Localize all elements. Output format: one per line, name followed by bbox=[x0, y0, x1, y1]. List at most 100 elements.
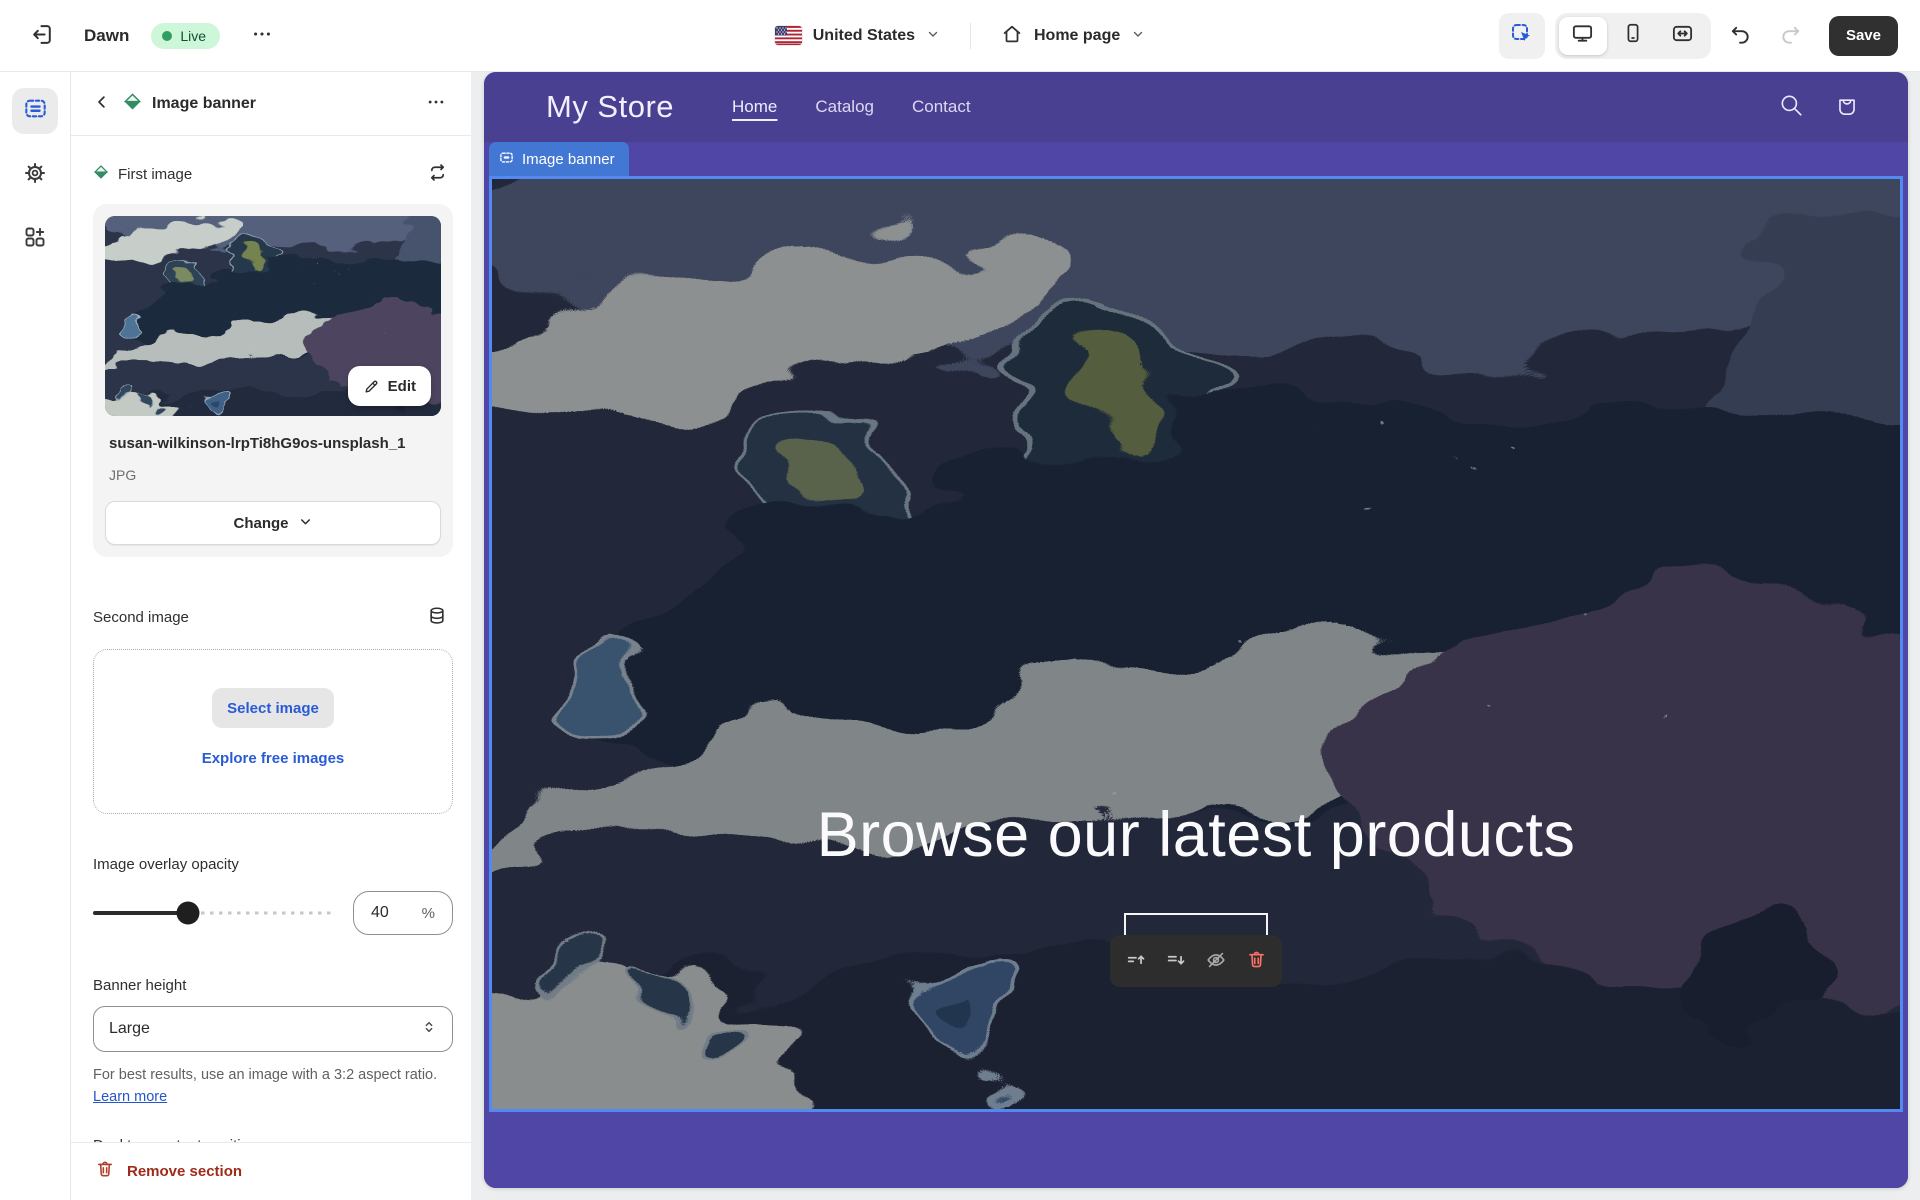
panel-header: Image banner bbox=[71, 72, 471, 136]
country-selector[interactable]: United States bbox=[769, 16, 946, 56]
updown-chevron-icon bbox=[421, 1019, 437, 1040]
back-button[interactable] bbox=[85, 87, 119, 121]
database-icon bbox=[427, 606, 447, 629]
cart-icon[interactable] bbox=[1834, 92, 1860, 123]
trash-icon bbox=[1246, 949, 1267, 973]
inspector-toggle-button[interactable] bbox=[1499, 13, 1545, 59]
first-image-diamond-icon bbox=[93, 164, 109, 185]
exit-icon bbox=[30, 22, 55, 50]
home-icon bbox=[1001, 23, 1023, 48]
section-badge-label: Image banner bbox=[522, 151, 615, 168]
undo-button[interactable] bbox=[1721, 16, 1761, 56]
banner-height-help: For best results, use an image with a 3:… bbox=[93, 1065, 453, 1109]
help-text-body: For best results, use an image with a 3:… bbox=[93, 1067, 437, 1083]
hide-section-button[interactable] bbox=[1200, 941, 1232, 981]
banner-height-label: Banner height bbox=[93, 977, 453, 994]
gear-icon bbox=[23, 161, 47, 190]
image-format: JPG bbox=[109, 467, 437, 483]
overlay-opacity-slider[interactable] bbox=[93, 901, 331, 925]
section-floating-toolbar bbox=[1110, 935, 1282, 987]
section-options-menu-button[interactable] bbox=[419, 87, 453, 121]
mobile-view-button[interactable] bbox=[1609, 17, 1657, 55]
select-image-button[interactable]: Select image bbox=[212, 688, 334, 728]
explore-free-images-link[interactable]: Explore free images bbox=[202, 750, 345, 767]
edit-image-button[interactable]: Edit bbox=[348, 366, 431, 406]
edit-button-label: Edit bbox=[388, 378, 416, 395]
move-section-down-button[interactable] bbox=[1160, 941, 1192, 981]
country-label: United States bbox=[813, 27, 915, 45]
sections-icon bbox=[23, 96, 48, 126]
page-selector[interactable]: Home page bbox=[995, 16, 1151, 56]
swap-image-button[interactable] bbox=[421, 158, 453, 190]
dynamic-source-button[interactable] bbox=[421, 601, 453, 633]
us-flag-icon bbox=[775, 26, 802, 45]
section-diamond-icon bbox=[123, 92, 142, 116]
store-header: My Store Home Catalog Contact bbox=[484, 72, 1908, 142]
store-preview-frame: My Store Home Catalog Contact bbox=[484, 72, 1908, 1188]
section-settings-panel: Image banner bbox=[70, 72, 471, 1200]
panel-footer: Remove section bbox=[71, 1142, 471, 1200]
inspector-icon bbox=[1510, 22, 1534, 49]
redo-icon bbox=[1779, 23, 1802, 49]
save-button[interactable]: Save bbox=[1829, 16, 1898, 56]
swap-icon bbox=[427, 162, 448, 186]
delete-section-button[interactable] bbox=[1240, 941, 1272, 981]
chevron-down-icon bbox=[298, 514, 313, 533]
exit-editor-button[interactable] bbox=[22, 16, 62, 56]
section-badge[interactable]: Image banner bbox=[489, 142, 629, 176]
opacity-slider-fill bbox=[93, 911, 188, 915]
nav-contact-link[interactable]: Contact bbox=[912, 97, 971, 117]
chevron-left-icon bbox=[93, 93, 111, 114]
desktop-icon bbox=[1571, 22, 1594, 50]
store-nav: Home Catalog Contact bbox=[732, 97, 1778, 117]
page-selector-label: Home page bbox=[1034, 27, 1120, 45]
panel-body: First image bbox=[71, 136, 471, 1142]
section-badge-icon bbox=[499, 150, 514, 169]
learn-more-link[interactable]: Learn more bbox=[93, 1089, 167, 1105]
trash-icon bbox=[95, 1159, 115, 1184]
desktop-view-button[interactable] bbox=[1559, 17, 1607, 55]
pencil-icon bbox=[363, 378, 380, 395]
redo-button[interactable] bbox=[1771, 16, 1811, 56]
first-image-card: Edit susan-wilkinson-lrpTi8hG9os-unsplas… bbox=[93, 204, 453, 557]
next-section-strip[interactable] bbox=[484, 1115, 1908, 1188]
image-filename: susan-wilkinson-lrpTi8hG9os-unsplash_1 bbox=[109, 432, 437, 455]
ellipsis-icon bbox=[426, 92, 446, 115]
nav-catalog-link[interactable]: Catalog bbox=[815, 97, 874, 117]
panel-title: Image banner bbox=[152, 95, 415, 113]
change-button-label: Change bbox=[233, 515, 288, 532]
move-section-up-button[interactable] bbox=[1120, 941, 1152, 981]
first-image-thumbnail[interactable]: Edit bbox=[105, 216, 441, 416]
live-badge: Live bbox=[151, 23, 220, 49]
theme-options-menu-button[interactable] bbox=[242, 16, 282, 56]
fullwidth-view-button[interactable] bbox=[1659, 17, 1707, 55]
opacity-slider-thumb[interactable] bbox=[177, 902, 200, 925]
chevron-down-icon bbox=[1131, 27, 1145, 44]
fullwidth-icon bbox=[1671, 22, 1694, 50]
second-image-label: Second image bbox=[93, 609, 189, 626]
move-up-icon bbox=[1125, 949, 1147, 974]
overlay-opacity-label: Image overlay opacity bbox=[93, 856, 453, 873]
live-badge-label: Live bbox=[180, 28, 206, 44]
overlay-opacity-input[interactable]: 40 % bbox=[353, 891, 453, 935]
theme-editor: Dawn Live bbox=[0, 0, 1920, 1200]
editor-rail bbox=[0, 72, 70, 1200]
device-preview-switcher bbox=[1555, 13, 1711, 59]
nav-home-link[interactable]: Home bbox=[732, 97, 777, 117]
search-icon[interactable] bbox=[1778, 92, 1804, 123]
rail-sections-tab[interactable] bbox=[12, 88, 58, 134]
banner-height-value: Large bbox=[109, 1020, 150, 1038]
second-image-dropzone: Select image Explore free images bbox=[93, 649, 453, 814]
ellipsis-icon bbox=[251, 23, 273, 48]
apps-icon bbox=[23, 225, 47, 254]
overlay-opacity-value: 40 bbox=[371, 904, 389, 922]
store-name[interactable]: My Store bbox=[546, 89, 674, 125]
eye-off-icon bbox=[1205, 949, 1227, 974]
remove-section-button[interactable]: Remove section bbox=[127, 1163, 242, 1180]
mobile-icon bbox=[1622, 22, 1644, 49]
change-image-button[interactable]: Change bbox=[105, 501, 441, 545]
rail-apps-tab[interactable] bbox=[12, 216, 58, 262]
move-down-icon bbox=[1165, 949, 1187, 974]
rail-settings-tab[interactable] bbox=[12, 152, 58, 198]
banner-height-select[interactable]: Large bbox=[93, 1006, 453, 1052]
